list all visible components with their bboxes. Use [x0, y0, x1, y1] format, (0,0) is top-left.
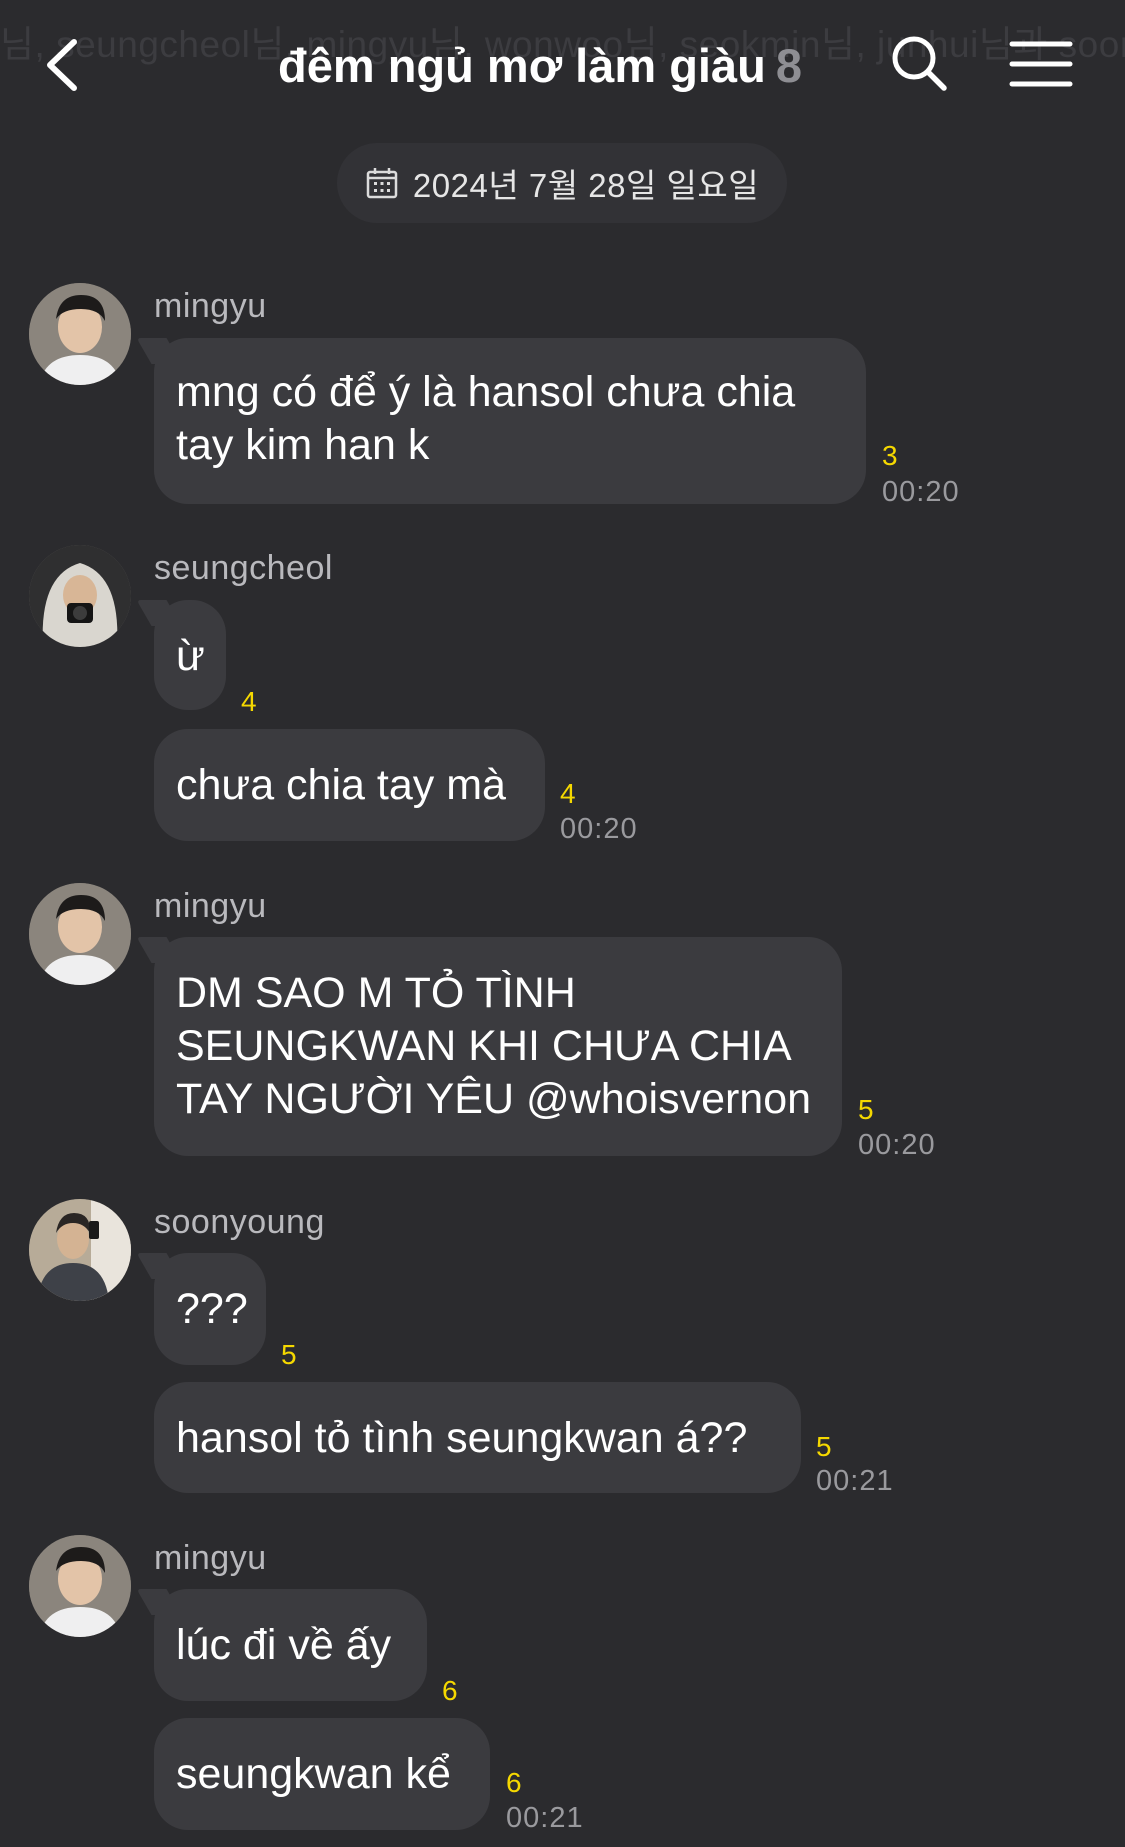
sender-name: mingyu	[154, 1539, 267, 1577]
date-divider: 2024년 7월 28일 일요일	[337, 143, 787, 223]
message-text: ???	[176, 1285, 248, 1333]
profile-photo	[29, 883, 131, 985]
avatar-mingyu[interactable]	[29, 283, 131, 385]
message-time: 00:20	[560, 813, 638, 845]
unread-count: 6	[442, 1675, 458, 1706]
message-bubble[interactable]: seungkwan kể	[154, 1718, 490, 1830]
message-bubble[interactable]: chưa chia tay mà	[154, 729, 545, 841]
avatar-soonyoung[interactable]	[29, 1199, 131, 1301]
message-bubble[interactable]: hansol tỏ tình seungkwan á??	[154, 1382, 801, 1493]
sender-name: mingyu	[154, 287, 267, 325]
profile-photo	[29, 283, 131, 385]
profile-photo	[29, 1535, 131, 1637]
avatar-mingyu[interactable]	[29, 1535, 131, 1637]
message-bubble[interactable]: lúc đi về ấy	[154, 1589, 427, 1701]
message-text: DM SAO M TỎ TÌNH SEUNGKWAN KHI CHƯA CHIA…	[176, 969, 812, 1123]
chevron-left-icon	[47, 39, 77, 91]
message-bubble[interactable]: DM SAO M TỎ TÌNH SEUNGKWAN KHI CHƯA CHIA…	[154, 937, 842, 1156]
chat-title-text: đêm ngủ mơ làm giàu	[278, 39, 766, 92]
chat-header: 님, seungcheol님, mingyu님, wonwoo님, seokmi…	[0, 0, 1125, 132]
profile-photo	[29, 545, 131, 647]
message-text: ừ	[176, 632, 205, 680]
chat-screen: 님, seungcheol님, mingyu님, wonwoo님, seokmi…	[0, 0, 1125, 1847]
avatar-mingyu[interactable]	[29, 883, 131, 985]
hamburger-menu-icon	[1009, 41, 1073, 87]
message-bubble[interactable]: ừ	[154, 600, 226, 710]
message-bubble[interactable]: mng có để ý là hansol chưa chia tay kim …	[154, 338, 866, 504]
chat-title: đêm ngủ mơ làm giàu 8	[200, 38, 880, 93]
unread-count: 5	[816, 1431, 832, 1462]
avatar-seungcheol[interactable]	[29, 545, 131, 647]
menu-button[interactable]	[1008, 36, 1074, 92]
member-count: 8	[775, 39, 802, 92]
unread-count: 4	[241, 686, 257, 717]
message-bubble[interactable]: ???	[154, 1253, 266, 1365]
message-text: mng có để ý là hansol chưa chia tay kim …	[176, 368, 796, 469]
unread-count: 6	[506, 1767, 522, 1798]
message-text: hansol tỏ tình seungkwan á??	[176, 1414, 748, 1462]
message-text: chưa chia tay mà	[176, 761, 506, 809]
calendar-icon	[366, 168, 398, 199]
message-time: 00:21	[816, 1465, 894, 1497]
date-text: 2024년 7월 28일 일요일	[412, 167, 760, 204]
message-text: seungkwan kể	[176, 1750, 451, 1798]
back-button[interactable]	[40, 34, 90, 96]
unread-count: 4	[560, 778, 576, 809]
search-icon	[892, 36, 947, 91]
unread-count: 5	[281, 1339, 297, 1370]
unread-count: 5	[858, 1094, 874, 1125]
sender-name: mingyu	[154, 887, 267, 925]
search-button[interactable]	[888, 32, 952, 96]
sender-name: soonyoung	[154, 1203, 325, 1241]
profile-photo	[29, 1199, 131, 1301]
message-time: 00:20	[858, 1129, 936, 1161]
message-time: 00:20	[882, 476, 960, 508]
message-text: lúc đi về ấy	[176, 1621, 392, 1669]
sender-name: seungcheol	[154, 549, 333, 587]
message-time: 00:21	[506, 1802, 584, 1834]
unread-count: 3	[882, 440, 898, 471]
